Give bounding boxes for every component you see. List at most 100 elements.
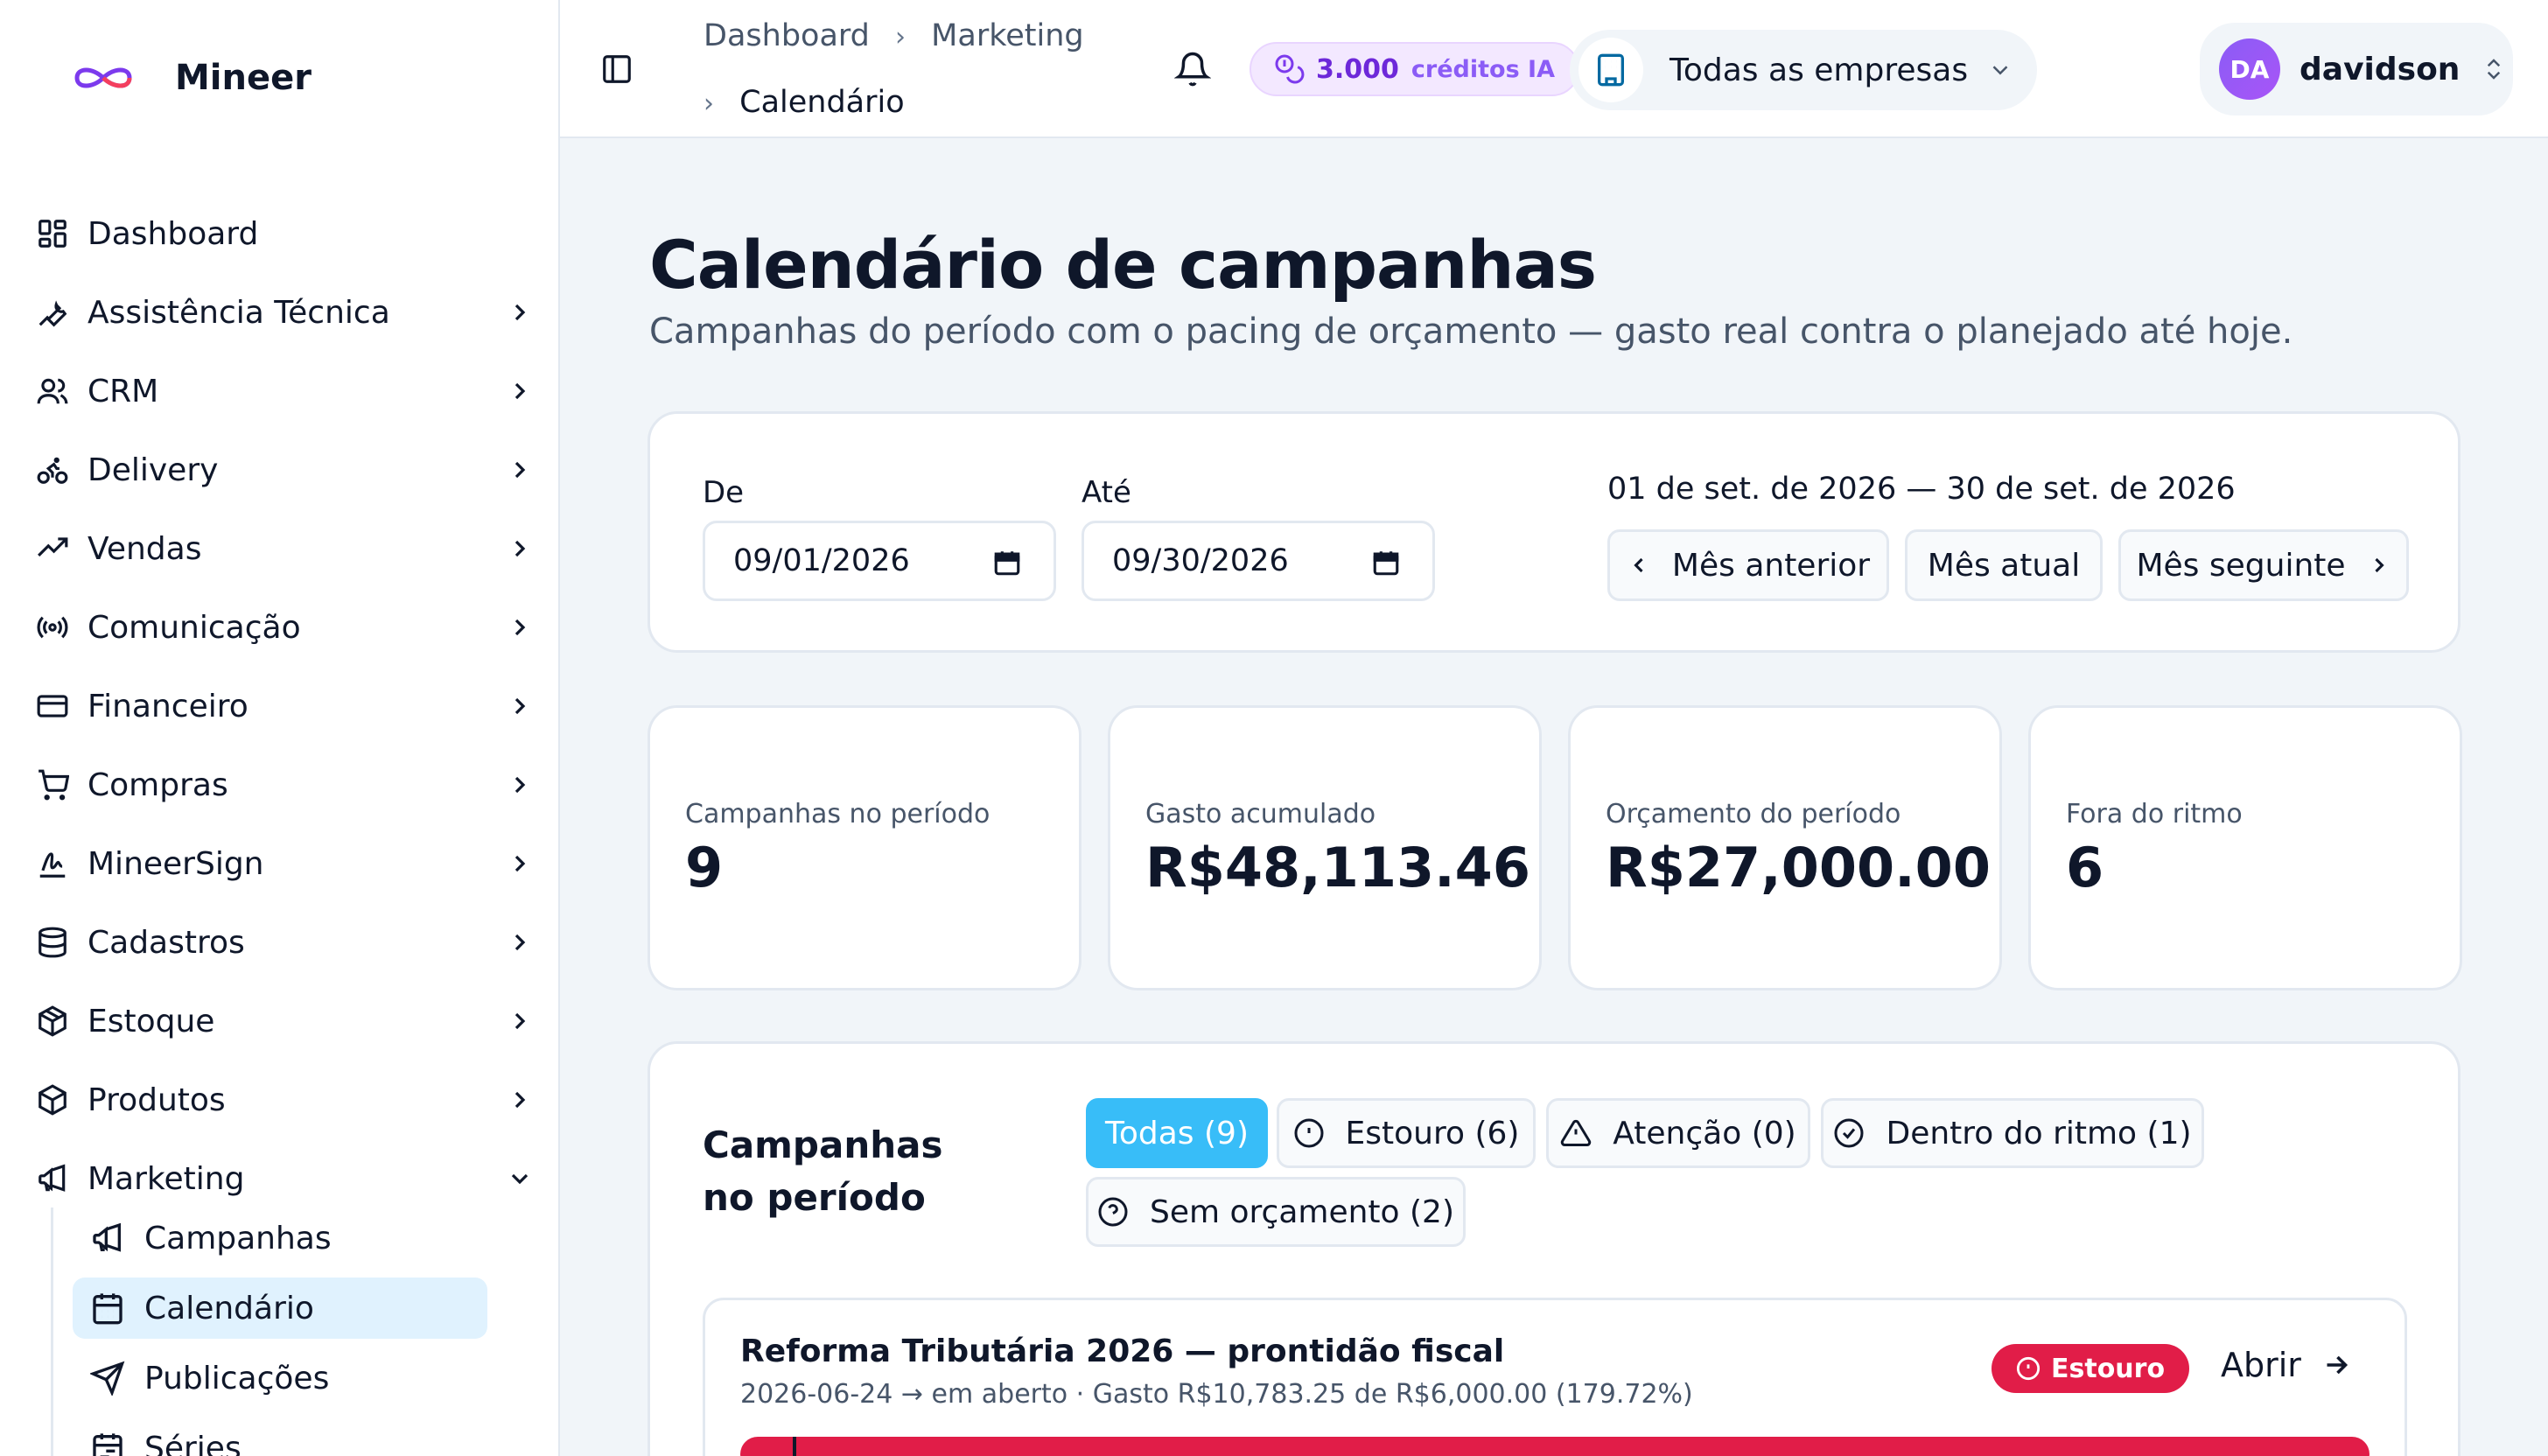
brand[interactable]: Mineer [70, 58, 312, 98]
status-badge: Estouro [1992, 1344, 2190, 1393]
chip-label: Atenção (0) [1613, 1115, 1796, 1152]
chevron-right-icon [514, 855, 526, 872]
sidebar-item-label: Cadastros [88, 924, 245, 961]
stat-card-budget: Orçamento do período R$27,000.00 [1568, 705, 2002, 990]
to-date-input[interactable]: 09/30/2026 [1082, 521, 1435, 601]
send-icon [90, 1361, 125, 1396]
sidebar-item-assistencia-tecnica[interactable]: Assistência Técnica [35, 273, 534, 352]
sidebar-item-delivery[interactable]: Delivery [35, 430, 534, 509]
chevron-right-icon [514, 304, 526, 321]
calendar-icon[interactable] [992, 548, 1022, 578]
user-name: davidson [2300, 51, 2460, 88]
sidebar-item-dashboard[interactable]: Dashboard [35, 194, 534, 273]
stat-label: Gasto acumulado [1145, 799, 1376, 830]
marketing-subnav: Campanhas Calendário Publicações Séries [51, 1208, 541, 1456]
sidebar-nav: Dashboard Assistência Técnica CRM Delive… [35, 194, 534, 1218]
campaign-meta: 2026-06-24 → em aberto · Gasto R$10,783.… [740, 1379, 1693, 1410]
trending-up-icon [35, 531, 70, 566]
sidebar-item-label: Marketing [88, 1160, 245, 1197]
chevron-left-icon [1634, 557, 1643, 573]
from-label: De [703, 475, 745, 510]
chip-label: Todas (9) [1104, 1115, 1249, 1152]
sidebar-subitem-label: Campanhas [144, 1220, 332, 1256]
sidebar-subitem-calendario[interactable]: Calendário [73, 1278, 487, 1339]
calendar-range-icon [93, 1433, 122, 1456]
sidebar-item-label: Financeiro [88, 688, 248, 724]
next-month-button[interactable]: Mês seguinte [2118, 529, 2409, 601]
chevron-right-icon [514, 461, 526, 479]
breadcrumb-marketing[interactable]: Marketing [931, 18, 1083, 53]
chevron-right-icon [514, 540, 526, 557]
sidebar-item-label: CRM [88, 373, 159, 410]
wrench-icon [35, 295, 70, 330]
company-selector[interactable]: Todas as empresas [1570, 30, 2037, 110]
chevron-down-icon [1992, 66, 2008, 75]
sidebar-item-estoque[interactable]: Estoque [35, 982, 534, 1060]
stat-value: 9 [685, 836, 724, 900]
chevron-down-icon [511, 1173, 528, 1185]
sidebar-item-mineersign[interactable]: MineerSign [35, 824, 534, 903]
megaphone-icon [35, 1161, 70, 1196]
ai-credits-value: 3.000 [1316, 53, 1399, 85]
radio-icon [35, 610, 70, 645]
sidebar-item-label: Compras [88, 766, 228, 803]
to-date-value: 09/30/2026 [1112, 543, 1289, 578]
chevron-right-icon [514, 934, 526, 951]
open-campaign-link[interactable]: Abrir [2221, 1346, 2352, 1384]
filter-chip-overspend[interactable]: Estouro (6) [1277, 1098, 1536, 1168]
sidebar-item-crm[interactable]: CRM [35, 352, 534, 430]
filter-chip-on-pace[interactable]: Dentro do ritmo (1) [1821, 1098, 2204, 1168]
filter-chip-no-budget[interactable]: Sem orçamento (2) [1086, 1177, 1466, 1247]
chevron-right-icon [514, 382, 526, 400]
page-title: Calendário de campanhas [649, 226, 1597, 304]
sidebar-toggle-icon[interactable] [600, 52, 634, 86]
filter-chip-attention[interactable]: Atenção (0) [1546, 1098, 1810, 1168]
sidebar-item-compras[interactable]: Compras [35, 746, 534, 824]
sidebar-subitem-series[interactable]: Séries [73, 1418, 487, 1456]
calendar-icon[interactable] [1371, 548, 1401, 578]
users-icon [35, 374, 70, 409]
campaign-item[interactable]: Reforma Tributária 2026 — prontidão fisc… [703, 1298, 2407, 1456]
stat-card-spend: Gasto acumulado R$48,113.46 [1108, 705, 1542, 990]
building-icon [1578, 38, 1643, 102]
bell-icon[interactable] [1174, 51, 1211, 88]
ai-credits-badge[interactable]: 3.000 créditos IA [1250, 42, 1579, 96]
box-icon [35, 1082, 70, 1117]
alert-circle-icon [2016, 1356, 2040, 1381]
mineer-logo-icon [74, 67, 132, 88]
chip-label: Dentro do ritmo (1) [1886, 1115, 2192, 1152]
current-month-button[interactable]: Mês atual [1905, 529, 2103, 601]
cart-icon [35, 767, 70, 802]
sidebar-item-vendas[interactable]: Vendas [35, 509, 534, 588]
avatar: DA [2219, 38, 2280, 100]
stat-value: 6 [2066, 836, 2104, 900]
bike-icon [35, 452, 70, 487]
sidebar-item-comunicacao[interactable]: Comunicação [35, 588, 534, 667]
filter-chip-all[interactable]: Todas (9) [1086, 1098, 1268, 1168]
package-icon [35, 1004, 70, 1039]
open-campaign-label: Abrir [2221, 1346, 2301, 1384]
chevron-right-icon [514, 1012, 526, 1030]
campaign-name: Reforma Tributária 2026 — prontidão fisc… [740, 1334, 1505, 1369]
sidebar-item-produtos[interactable]: Produtos [35, 1060, 534, 1139]
sidebar-item-cadastros[interactable]: Cadastros [35, 903, 534, 982]
prev-month-button[interactable]: Mês anterior [1607, 529, 1889, 601]
breadcrumb-dashboard[interactable]: Dashboard [704, 18, 870, 53]
topbar: Dashboard › Marketing › Calendário 3.000… [560, 0, 2548, 138]
breadcrumb-calendario: Calendário [739, 85, 905, 120]
sidebar-item-marketing[interactable]: Marketing [35, 1139, 534, 1218]
sidebar-item-financeiro[interactable]: Financeiro [35, 667, 534, 746]
ai-credits-label: créditos IA [1410, 55, 1555, 83]
coins-icon [1275, 54, 1305, 84]
sidebar-item-label: Comunicação [88, 609, 301, 646]
breadcrumb: Dashboard › Marketing › Calendário [704, 16, 1141, 124]
brand-name: Mineer [175, 58, 312, 98]
stat-label: Campanhas no período [685, 799, 990, 830]
sidebar-subitem-campanhas[interactable]: Campanhas [73, 1208, 487, 1269]
selected-range-text: 01 de set. de 2026 — 30 de set. de 2026 [1607, 472, 2236, 507]
sidebar-item-label: MineerSign [88, 845, 264, 882]
user-menu[interactable]: DA davidson [2200, 23, 2513, 116]
sidebar-subitem-publicacoes[interactable]: Publicações [73, 1348, 487, 1409]
sidebar-item-label: Estoque [88, 1003, 215, 1040]
from-date-input[interactable]: 09/01/2026 [703, 521, 1056, 601]
